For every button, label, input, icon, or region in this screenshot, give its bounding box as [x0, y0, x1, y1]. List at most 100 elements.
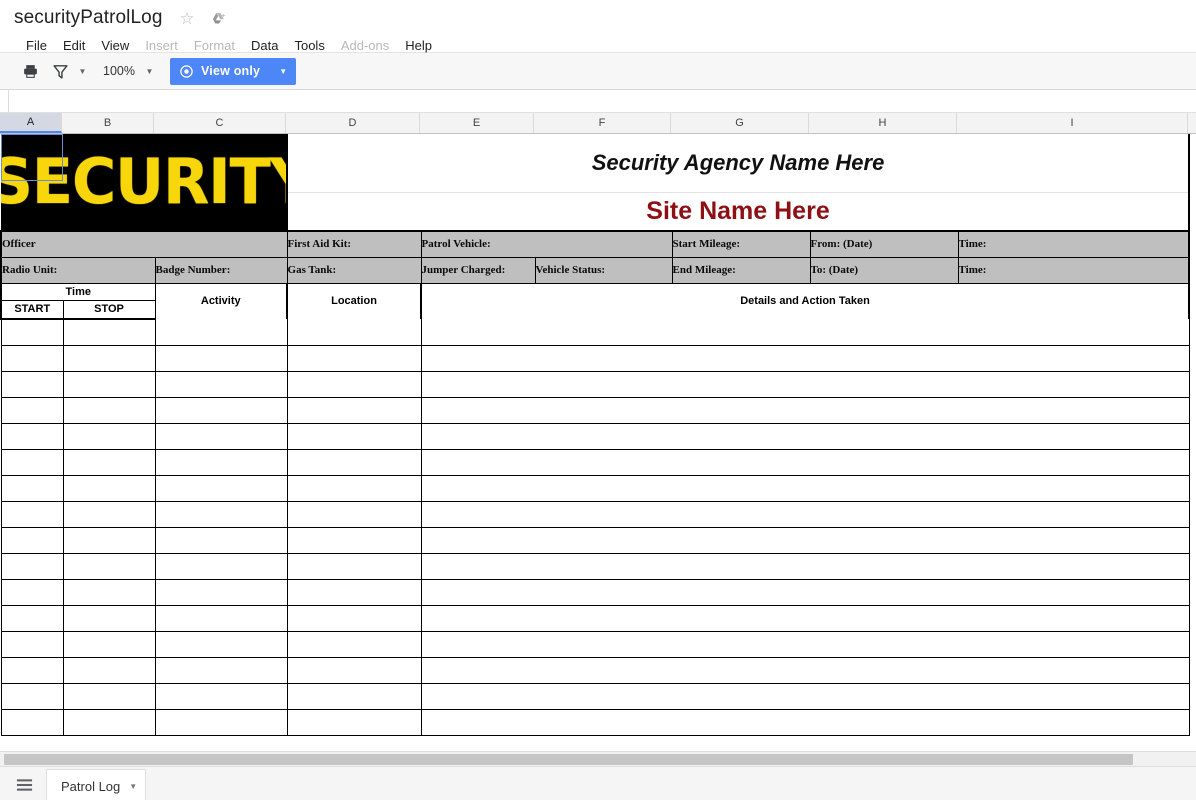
cell-location[interactable] [287, 475, 422, 502]
cell-stop[interactable] [63, 501, 156, 528]
field-end-mileage[interactable]: End Mileage: [671, 257, 811, 284]
cell-details[interactable] [421, 553, 1190, 580]
cell-activity[interactable] [155, 319, 288, 346]
cell-stop[interactable] [63, 423, 156, 450]
cell-stop[interactable] [63, 605, 156, 632]
site-name-cell[interactable]: Site Name Here [287, 192, 1191, 231]
column-header-f[interactable]: F [534, 113, 671, 133]
field-time-from[interactable]: Time: [957, 230, 1191, 258]
cell-location[interactable] [287, 657, 422, 684]
column-header-d[interactable]: D [286, 113, 420, 133]
field-jumper-charged[interactable]: Jumper Charged: [420, 257, 536, 284]
formula-input[interactable] [9, 90, 1196, 112]
cell-details[interactable] [421, 631, 1190, 658]
cell-start[interactable] [0, 345, 64, 372]
cell-stop[interactable] [63, 657, 156, 684]
drive-move-icon[interactable]: + [209, 9, 228, 28]
cell-start[interactable] [0, 683, 64, 710]
cell-activity[interactable] [155, 631, 288, 658]
cell-details[interactable] [421, 657, 1190, 684]
field-officer[interactable]: Officer [0, 230, 288, 258]
cell-start[interactable] [0, 579, 64, 606]
cell-location[interactable] [287, 553, 422, 580]
cell-stop[interactable] [63, 397, 156, 424]
field-vehicle-status[interactable]: Vehicle Status: [534, 257, 673, 284]
cell-stop[interactable] [63, 319, 156, 346]
cell-location[interactable] [287, 501, 422, 528]
cell-activity[interactable] [155, 709, 288, 736]
agency-name-cell[interactable]: Security Agency Name Here [287, 134, 1191, 194]
cell-stop[interactable] [63, 475, 156, 502]
cell-details[interactable] [421, 527, 1190, 554]
field-to-date[interactable]: To: (Date) [809, 257, 959, 284]
zoom-chevron-down-icon[interactable]: ▼ [143, 58, 156, 84]
filter-chevron-down-icon[interactable]: ▼ [76, 58, 89, 84]
field-gas-tank[interactable]: Gas Tank: [286, 257, 422, 284]
cell-location[interactable] [287, 631, 422, 658]
field-start-mileage[interactable]: Start Mileage: [671, 230, 811, 258]
print-icon[interactable] [16, 58, 44, 84]
column-header-b[interactable]: B [62, 113, 154, 133]
cell-details[interactable] [421, 605, 1190, 632]
sheet-tab-patrol-log[interactable]: Patrol Log ▼ [46, 769, 147, 800]
cell-location[interactable] [287, 423, 422, 450]
cell-location[interactable] [287, 449, 422, 476]
horizontal-scrollbar-thumb[interactable] [4, 754, 1133, 765]
cell-start[interactable] [0, 501, 64, 528]
zoom-level-value[interactable]: 100% [91, 64, 141, 78]
field-first-aid-kit[interactable]: First Aid Kit: [286, 230, 422, 258]
cell-location[interactable] [287, 371, 422, 398]
name-box[interactable] [0, 90, 9, 112]
cell-activity[interactable] [155, 371, 288, 398]
cell-start[interactable] [0, 319, 64, 346]
cell-activity[interactable] [155, 657, 288, 684]
field-from-date[interactable]: From: (Date) [809, 230, 959, 258]
cell-location[interactable] [287, 397, 422, 424]
cell-location[interactable] [287, 683, 422, 710]
cell-activity[interactable] [155, 345, 288, 372]
cell-location[interactable] [287, 319, 422, 346]
cell-start[interactable] [0, 527, 64, 554]
cell-activity[interactable] [155, 683, 288, 710]
cell-details[interactable] [421, 449, 1190, 476]
column-header-g[interactable]: G [671, 113, 809, 133]
cell-start[interactable] [0, 397, 64, 424]
hamburger-menu-icon[interactable] [6, 768, 42, 800]
menu-item-tools[interactable]: Tools [286, 36, 332, 55]
cell-start[interactable] [0, 605, 64, 632]
cell-details[interactable] [421, 423, 1190, 450]
page-title[interactable]: securityPatrolLog [14, 7, 163, 29]
cell-details[interactable] [421, 683, 1190, 710]
cell-location[interactable] [287, 345, 422, 372]
horizontal-scrollbar[interactable] [0, 751, 1196, 766]
cell-location[interactable] [287, 527, 422, 554]
cell-stop[interactable] [63, 449, 156, 476]
cell-activity[interactable] [155, 397, 288, 424]
cell-stop[interactable] [63, 527, 156, 554]
menu-item-view[interactable]: View [93, 36, 137, 55]
sheet-tab-chevron-down-icon[interactable]: ▼ [129, 782, 137, 791]
cell-stop[interactable] [63, 709, 156, 736]
cell-details[interactable] [421, 397, 1190, 424]
menu-item-file[interactable]: File [18, 36, 55, 55]
cell-start[interactable] [0, 449, 64, 476]
cell-details[interactable] [421, 345, 1190, 372]
cell-activity[interactable] [155, 501, 288, 528]
star-outline-icon[interactable]: ☆ [178, 9, 197, 28]
cell-activity[interactable] [155, 527, 288, 554]
cell-details[interactable] [421, 371, 1190, 398]
cell-activity[interactable] [155, 605, 288, 632]
field-radio-unit[interactable]: Radio Unit: [0, 257, 155, 284]
menu-item-edit[interactable]: Edit [55, 36, 93, 55]
field-patrol-vehicle[interactable]: Patrol Vehicle: [420, 230, 673, 258]
cell-activity[interactable] [155, 553, 288, 580]
spreadsheet-grid[interactable]: SECURITY Security Agency Name Here Site … [0, 134, 1196, 751]
cell-details[interactable] [421, 501, 1190, 528]
cell-activity[interactable] [155, 449, 288, 476]
cell-start[interactable] [0, 371, 64, 398]
cell-activity[interactable] [155, 579, 288, 606]
cell-location[interactable] [287, 579, 422, 606]
menu-item-help[interactable]: Help [397, 36, 440, 55]
cell-start[interactable] [0, 553, 64, 580]
cell-location[interactable] [287, 605, 422, 632]
